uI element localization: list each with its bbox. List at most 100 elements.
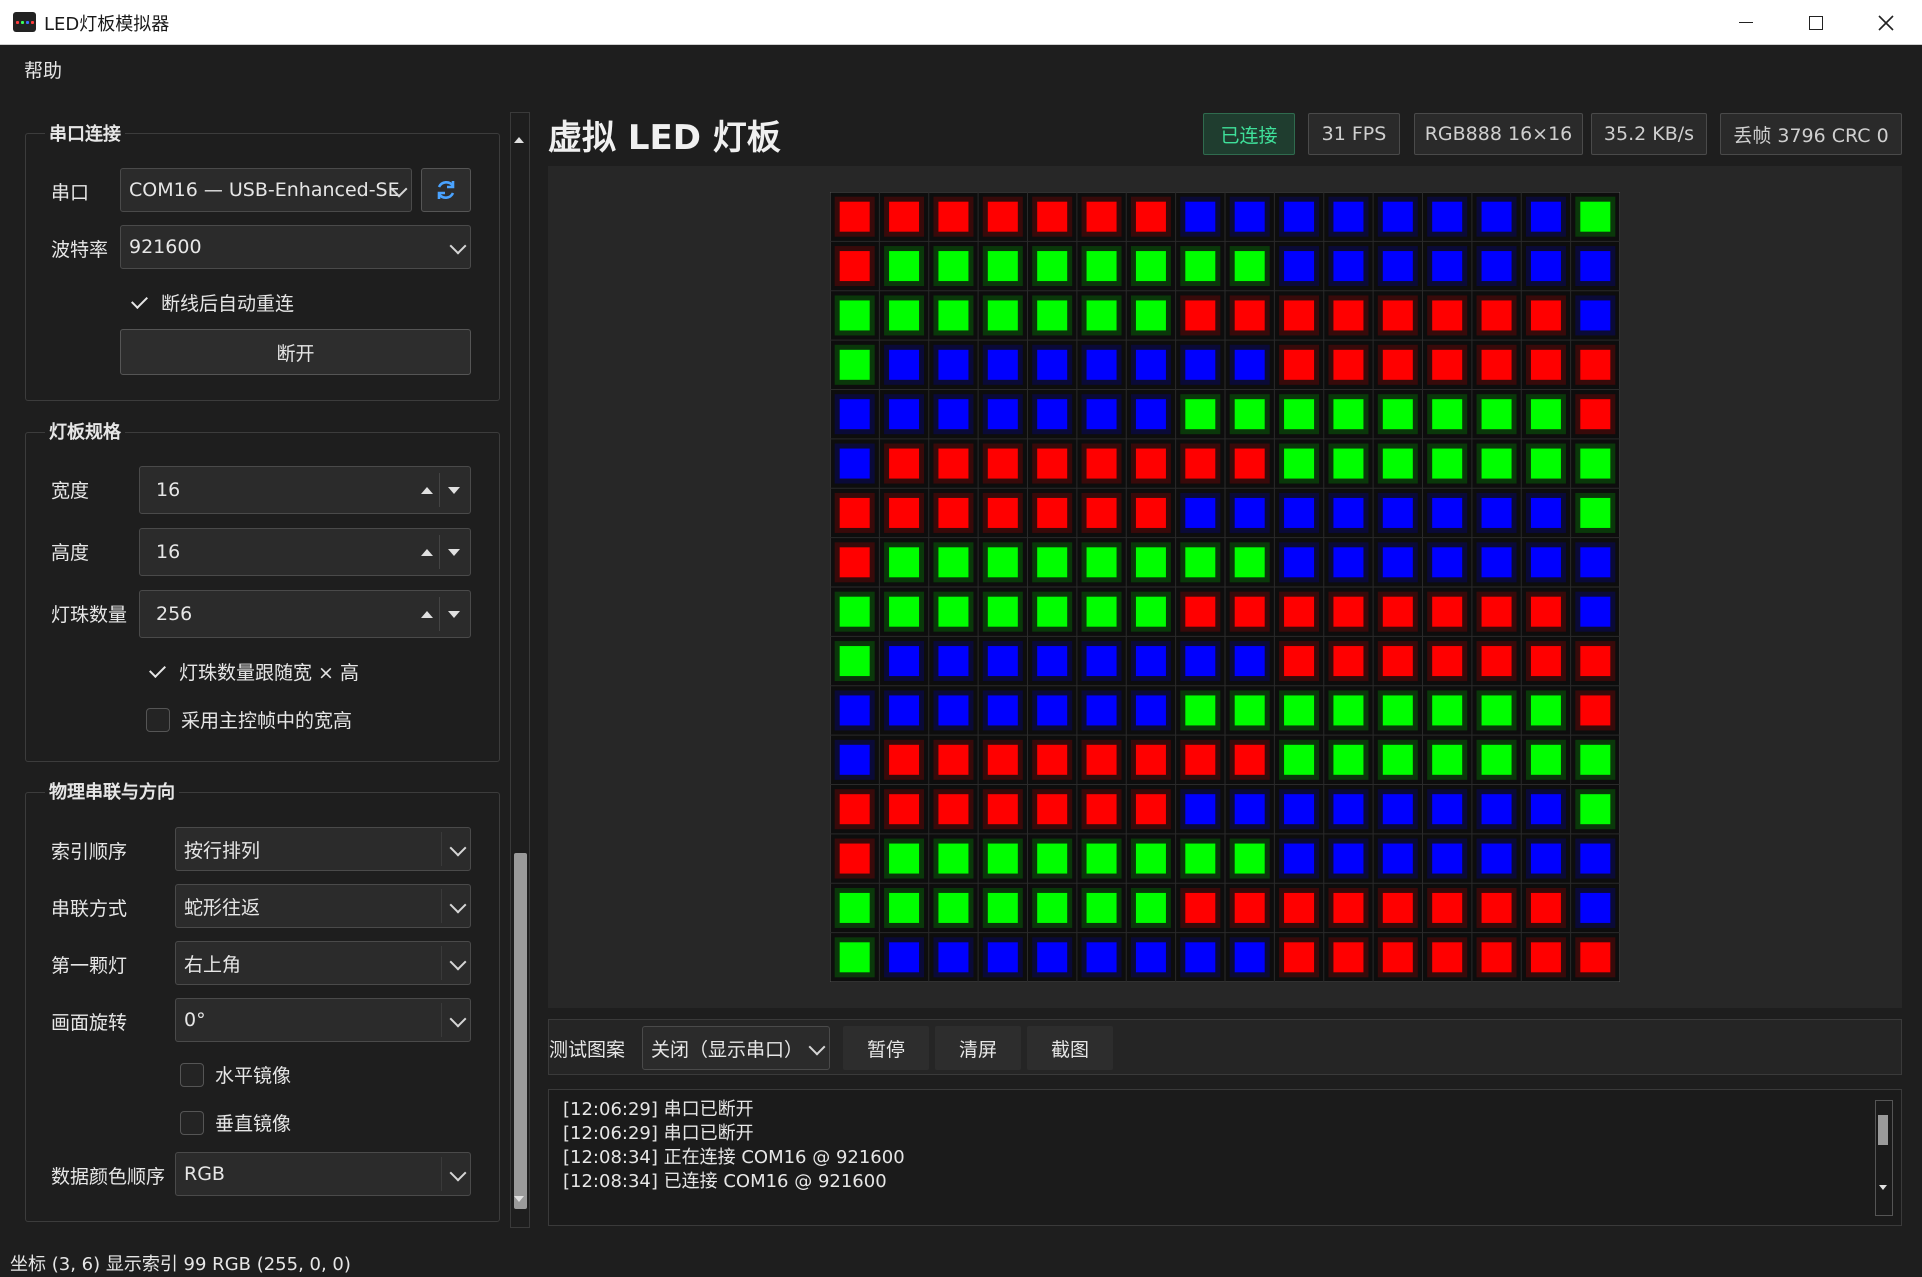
log-view[interactable]: [12:06:29] 串口已断开 [12:06:29] 串口已断开 [12:08… (548, 1089, 1902, 1226)
port-select[interactable]: COM16 — USB-Enhanced-SE (120, 168, 412, 212)
led-grid[interactable] (830, 192, 1620, 982)
led-pixel[interactable] (839, 201, 870, 232)
led-pixel[interactable] (1530, 497, 1561, 528)
close-button[interactable] (1856, 0, 1916, 45)
led-pixel[interactable] (987, 695, 1018, 726)
led-pixel[interactable] (1530, 744, 1561, 775)
scroll-down-icon[interactable] (514, 1196, 524, 1224)
auto-reconnect-checkbox[interactable]: 断线后自动重连 (128, 289, 294, 316)
led-pixel[interactable] (889, 448, 920, 479)
led-pixel[interactable] (1481, 349, 1512, 380)
led-pixel[interactable] (1135, 695, 1166, 726)
led-pixel[interactable] (1185, 843, 1216, 874)
led-pixel[interactable] (1432, 399, 1463, 430)
led-pixel[interactable] (1580, 448, 1611, 479)
led-pixel[interactable] (1037, 547, 1068, 578)
led-pixel[interactable] (1333, 942, 1364, 973)
led-pixel[interactable] (938, 942, 969, 973)
led-pixel[interactable] (1185, 399, 1216, 430)
led-pixel[interactable] (1530, 646, 1561, 677)
led-pixel[interactable] (1284, 695, 1315, 726)
led-pixel[interactable] (1481, 646, 1512, 677)
led-pixel[interactable] (1037, 399, 1068, 430)
led-pixel[interactable] (1234, 892, 1265, 923)
led-pixel[interactable] (1432, 497, 1463, 528)
led-pixel[interactable] (1382, 794, 1413, 825)
scrollbar-thumb[interactable] (514, 853, 527, 1209)
led-pixel[interactable] (889, 547, 920, 578)
led-pixel[interactable] (1580, 497, 1611, 528)
led-pixel[interactable] (987, 646, 1018, 677)
led-pixel[interactable] (1037, 843, 1068, 874)
led-pixel[interactable] (1382, 300, 1413, 331)
led-pixel[interactable] (987, 399, 1018, 430)
led-pixel[interactable] (1580, 744, 1611, 775)
color-order-select[interactable]: RGB (175, 1152, 471, 1196)
led-pixel[interactable] (1580, 547, 1611, 578)
led-pixel[interactable] (1037, 942, 1068, 973)
led-pixel[interactable] (987, 744, 1018, 775)
led-pixel[interactable] (1284, 349, 1315, 380)
led-pixel[interactable] (1135, 448, 1166, 479)
led-pixel[interactable] (1234, 399, 1265, 430)
led-pixel[interactable] (1037, 744, 1068, 775)
led-pixel[interactable] (1234, 497, 1265, 528)
led-pixel[interactable] (1481, 399, 1512, 430)
led-pixel[interactable] (1234, 251, 1265, 282)
led-pixel[interactable] (889, 596, 920, 627)
led-pixel[interactable] (1481, 942, 1512, 973)
led-pixel[interactable] (1037, 201, 1068, 232)
led-pixel[interactable] (1580, 201, 1611, 232)
led-pixel[interactable] (1530, 251, 1561, 282)
led-pixel[interactable] (1284, 448, 1315, 479)
led-pixel[interactable] (1185, 794, 1216, 825)
led-pixel[interactable] (889, 497, 920, 528)
led-pixel[interactable] (1135, 399, 1166, 430)
led-pixel[interactable] (1432, 942, 1463, 973)
led-pixel[interactable] (1432, 547, 1463, 578)
led-pixel[interactable] (938, 646, 969, 677)
led-pixel[interactable] (1284, 399, 1315, 430)
clear-button[interactable]: 清屏 (935, 1026, 1021, 1070)
scroll-down-icon[interactable] (1879, 1185, 1887, 1213)
led-pixel[interactable] (1284, 300, 1315, 331)
led-pixel[interactable] (1481, 547, 1512, 578)
led-pixel[interactable] (1530, 300, 1561, 331)
led-pixel[interactable] (1185, 349, 1216, 380)
led-pixel[interactable] (1530, 547, 1561, 578)
led-pixel[interactable] (1481, 497, 1512, 528)
led-pixel[interactable] (1481, 892, 1512, 923)
led-pixel[interactable] (1185, 695, 1216, 726)
led-pixel[interactable] (1284, 201, 1315, 232)
led-pixel[interactable] (1382, 892, 1413, 923)
led-pixel[interactable] (1135, 596, 1166, 627)
led-pixel[interactable] (1333, 399, 1364, 430)
led-pixel[interactable] (1382, 201, 1413, 232)
led-pixel[interactable] (1382, 399, 1413, 430)
led-pixel[interactable] (987, 448, 1018, 479)
led-pixel[interactable] (889, 646, 920, 677)
led-pixel[interactable] (1234, 794, 1265, 825)
led-pixel[interactable] (987, 251, 1018, 282)
led-pixel[interactable] (1185, 497, 1216, 528)
led-pixel[interactable] (1135, 497, 1166, 528)
width-increment-button[interactable] (415, 473, 440, 507)
led-pixel[interactable] (1284, 843, 1315, 874)
led-pixel[interactable] (1530, 892, 1561, 923)
led-pixel[interactable] (1086, 843, 1117, 874)
led-pixel[interactable] (1382, 843, 1413, 874)
led-pixel[interactable] (1481, 596, 1512, 627)
led-pixel[interactable] (1086, 497, 1117, 528)
led-pixel[interactable] (1432, 349, 1463, 380)
follow-size-checkbox[interactable]: 灯珠数量跟随宽 × 高 (146, 658, 359, 685)
led-pixel[interactable] (1234, 843, 1265, 874)
led-pixel[interactable] (938, 448, 969, 479)
led-pixel[interactable] (1333, 646, 1364, 677)
led-pixel[interactable] (938, 744, 969, 775)
led-pixel[interactable] (839, 497, 870, 528)
led-pixel[interactable] (839, 547, 870, 578)
led-pixel[interactable] (1135, 744, 1166, 775)
led-pixel[interactable] (1333, 843, 1364, 874)
led-pixel[interactable] (1037, 794, 1068, 825)
led-pixel[interactable] (1234, 547, 1265, 578)
